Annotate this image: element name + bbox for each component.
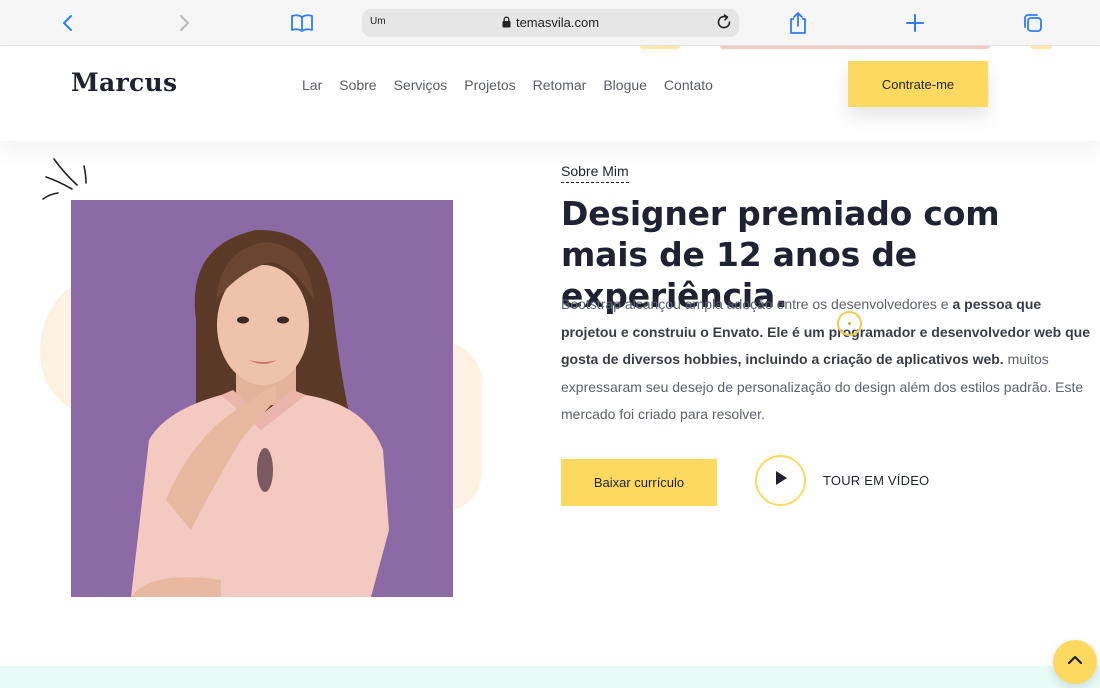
main-nav: Lar Sobre Serviços Projetos Retomar Blog…: [302, 77, 730, 93]
cursor-indicator: [837, 311, 862, 336]
scroll-to-top-button[interactable]: [1053, 640, 1097, 684]
video-tour-link[interactable]: TOUR EM VÍDEO: [823, 473, 929, 488]
play-video-button[interactable]: [755, 455, 806, 506]
nav-link-servicos[interactable]: Serviços: [394, 77, 448, 93]
background-peek: [640, 46, 680, 49]
tabs-icon[interactable]: [1020, 10, 1046, 36]
address-bar[interactable]: Um temasvila.com: [362, 9, 739, 37]
background-peek: [1030, 46, 1052, 49]
site-header: Marcus Lar Sobre Serviços Projetos Retom…: [0, 46, 1100, 141]
next-section-edge: [0, 666, 1100, 688]
nav-link-contato[interactable]: Contato: [664, 77, 713, 93]
url-text: temasvila.com: [515, 15, 600, 30]
hero-description: Bootstrap alcançou ampla adoção entre os…: [561, 291, 1091, 429]
section-eyebrow: Sobre Mim: [561, 163, 629, 183]
hire-me-button[interactable]: Contrate-me: [848, 61, 988, 107]
nav-link-sobre[interactable]: Sobre: [339, 77, 376, 93]
book-icon[interactable]: [289, 10, 315, 36]
play-icon: [774, 470, 788, 491]
site-logo[interactable]: Marcus: [71, 68, 177, 97]
reload-icon[interactable]: [715, 13, 733, 36]
url-display: temasvila.com: [362, 15, 739, 31]
chevron-right-icon[interactable]: [171, 10, 197, 36]
nav-link-retomar[interactable]: Retomar: [533, 77, 587, 93]
chevron-up-icon: [1067, 653, 1083, 671]
browser-toolbar: Um temasvila.com: [0, 0, 1100, 46]
download-resume-button[interactable]: Baixar currículo: [561, 459, 717, 506]
hero-description-start: Bootstrap alcançou ampla adoção entre os…: [561, 296, 953, 312]
lock-icon: [502, 16, 511, 31]
profile-photo: [71, 200, 453, 597]
nav-link-projetos[interactable]: Projetos: [464, 77, 515, 93]
nav-link-blogue[interactable]: Blogue: [603, 77, 647, 93]
share-icon[interactable]: [785, 10, 811, 36]
plus-icon[interactable]: [902, 10, 928, 36]
nav-link-lar[interactable]: Lar: [302, 77, 322, 93]
background-peek: [720, 46, 990, 49]
chevron-left-icon[interactable]: [55, 10, 81, 36]
